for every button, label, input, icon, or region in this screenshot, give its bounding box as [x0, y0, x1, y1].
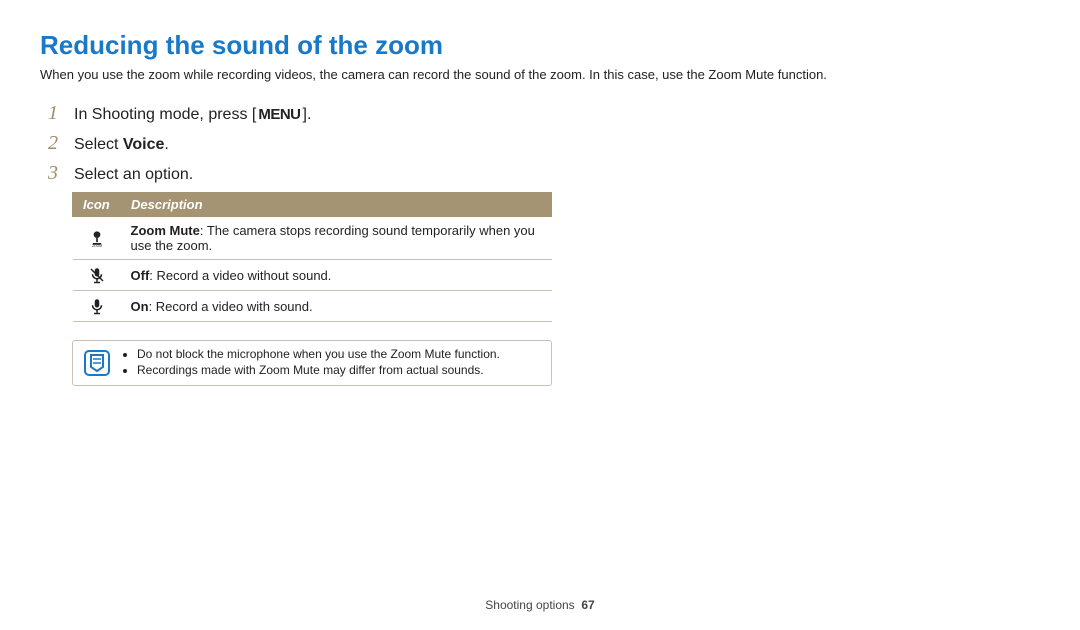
step-text: In Shooting mode, press [Menu]. [74, 106, 311, 124]
note-item: Recordings made with Zoom Mute may diffe… [137, 363, 500, 377]
page-footer: Shooting options 67 [0, 598, 1080, 612]
cell-desc: Zoom Mute: The camera stops recording so… [121, 217, 552, 260]
option-name: Off [131, 268, 150, 283]
options-table: Icon Description ZOOM Zoom Mute: The cam… [72, 192, 552, 322]
cell-desc: Off: Record a video without sound. [121, 260, 552, 291]
step-2: 2 Select Voice. [48, 132, 1040, 155]
step-number: 1 [48, 102, 74, 125]
footer-section: Shooting options [485, 598, 574, 612]
footer-page-number: 67 [581, 598, 594, 612]
mic-on-icon [73, 291, 121, 322]
table-row: On: Record a video with sound. [73, 291, 552, 322]
notes-list: Do not block the microphone when you use… [121, 347, 500, 379]
page-title: Reducing the sound of the zoom [40, 30, 1040, 61]
mic-off-icon [73, 260, 121, 291]
col-header-description: Description [121, 193, 552, 217]
note-item: Do not block the microphone when you use… [137, 347, 500, 361]
menu-button-label: Menu [256, 106, 302, 123]
step-number: 2 [48, 132, 74, 155]
note-icon [83, 349, 111, 377]
text-fragment: . [164, 136, 168, 153]
option-text: : Record a video without sound. [149, 268, 331, 283]
text-fragment: In Shooting mode, press [ [74, 106, 256, 123]
option-name: On [131, 299, 149, 314]
step-number: 3 [48, 162, 74, 185]
zoom-mute-icon: ZOOM [73, 217, 121, 260]
svg-text:ZOOM: ZOOM [92, 244, 102, 248]
col-header-icon: Icon [73, 193, 121, 217]
notes-box: Do not block the microphone when you use… [72, 340, 552, 386]
option-text: : Record a video with sound. [149, 299, 313, 314]
step-text: Select an option. [74, 166, 193, 184]
cell-desc: On: Record a video with sound. [121, 291, 552, 322]
text-fragment: Select [74, 136, 123, 153]
intro-text: When you use the zoom while recording vi… [40, 67, 1040, 82]
text-fragment: ]. [303, 106, 312, 123]
text-fragment-bold: Voice [123, 136, 165, 153]
steps-list: 1 In Shooting mode, press [Menu]. 2 Sele… [48, 102, 1040, 185]
table-row: Off: Record a video without sound. [73, 260, 552, 291]
table-row: ZOOM Zoom Mute: The camera stops recordi… [73, 217, 552, 260]
step-1: 1 In Shooting mode, press [Menu]. [48, 102, 1040, 125]
option-name: Zoom Mute [131, 223, 200, 238]
step-text: Select Voice. [74, 136, 169, 154]
step-3: 3 Select an option. [48, 162, 1040, 185]
